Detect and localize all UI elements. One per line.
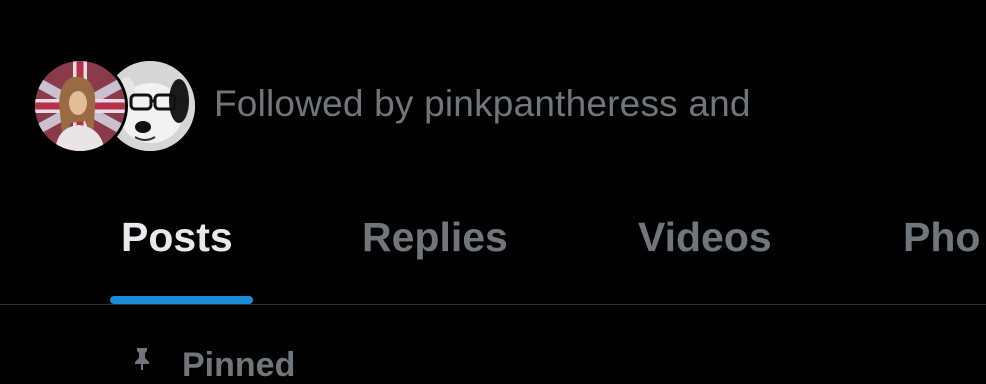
tabs-divider xyxy=(0,304,986,305)
tab-videos[interactable]: Videos xyxy=(638,214,772,261)
active-tab-indicator xyxy=(110,296,253,304)
pinned-label: Pinned xyxy=(182,346,296,384)
followed-by-text[interactable]: Followed by pinkpantheress and xyxy=(214,83,751,125)
tab-posts[interactable]: Posts xyxy=(121,214,233,261)
user-avatar-icon xyxy=(35,61,125,151)
followed-by-row[interactable]: Followed by pinkpantheress and xyxy=(32,56,751,154)
profile-tabs: Posts Replies Videos Pho xyxy=(0,200,986,305)
follower-avatar-pinkpantheress[interactable] xyxy=(32,58,128,154)
tab-replies[interactable]: Replies xyxy=(362,214,508,261)
pin-icon xyxy=(130,346,154,370)
follower-avatars[interactable] xyxy=(32,56,198,154)
pinned-indicator: Pinned xyxy=(130,346,295,382)
tab-photos[interactable]: Pho xyxy=(903,214,980,261)
